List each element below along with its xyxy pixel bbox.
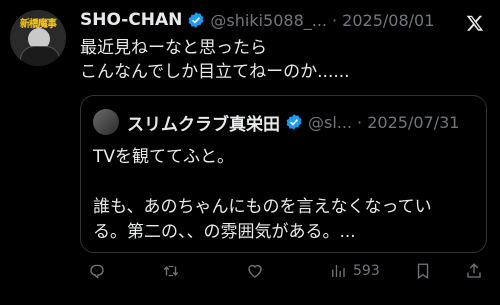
action-bar: 593 bbox=[80, 258, 490, 288]
quoted-post-text: TVを観ててふと。 誰も、あのちゃんにものを言えなくなってい る。第二の、、の雰… bbox=[93, 147, 432, 242]
x-logo-icon[interactable] bbox=[466, 14, 484, 32]
views-icon bbox=[332, 265, 345, 277]
retweet-icon bbox=[163, 265, 179, 277]
share-icon bbox=[467, 263, 481, 278]
post-date[interactable]: · 2025/08/01 bbox=[332, 11, 434, 30]
like-button[interactable] bbox=[246, 262, 264, 280]
bookmark-icon bbox=[417, 263, 429, 280]
quoted-post[interactable]: スリムクラブ真栄田 @sl... · 2025/07/31 TVを観ててふと。 … bbox=[80, 95, 487, 253]
post-header: SHO-CHAN @shiki5088_... · 2025/08/01 bbox=[80, 8, 434, 32]
like-icon bbox=[248, 264, 262, 278]
author-avatar[interactable]: 新橋魔事 bbox=[10, 10, 66, 66]
share-button[interactable] bbox=[465, 262, 483, 280]
verified-badge-icon bbox=[286, 114, 302, 130]
retweet-button[interactable] bbox=[162, 262, 180, 280]
views-count: 593 bbox=[353, 263, 380, 279]
author-handle[interactable]: @shiki5088_... bbox=[210, 11, 327, 30]
author-name[interactable]: SHO-CHAN bbox=[80, 10, 182, 30]
quoted-author-name[interactable]: スリムクラブ真栄田 bbox=[127, 110, 280, 135]
verified-badge-icon bbox=[188, 12, 204, 28]
views-button[interactable]: 593 bbox=[329, 262, 380, 280]
quoted-author-handle[interactable]: @sl... bbox=[308, 113, 352, 132]
quoted-post-date[interactable]: · 2025/07/31 bbox=[357, 113, 459, 132]
quoted-post-header: スリムクラブ真栄田 @sl... · 2025/07/31 bbox=[127, 109, 459, 135]
post-text: 最近見ねーなと思ったら こんなんでしか目立てねーのか...... bbox=[80, 38, 350, 82]
reply-button[interactable] bbox=[88, 262, 106, 280]
bookmark-button[interactable] bbox=[414, 262, 432, 280]
reply-icon bbox=[90, 264, 104, 279]
avatar-body bbox=[20, 46, 60, 66]
quoted-author-avatar[interactable] bbox=[93, 109, 119, 135]
